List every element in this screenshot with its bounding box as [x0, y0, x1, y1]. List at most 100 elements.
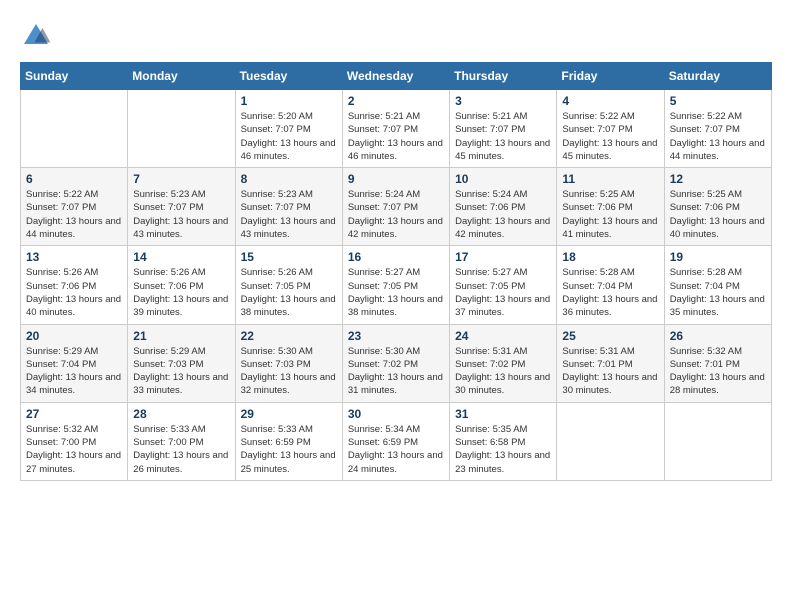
calendar-cell: 22 Sunrise: 5:30 AMSunset: 7:03 PMDayligh…: [235, 324, 342, 402]
day-content: Sunrise: 5:35 AMSunset: 6:58 PMDaylight:…: [455, 423, 551, 476]
day-content: Sunrise: 5:20 AMSunset: 7:07 PMDaylight:…: [241, 110, 337, 163]
day-content: Sunrise: 5:22 AMSunset: 7:07 PMDaylight:…: [26, 188, 122, 241]
day-number: 16: [348, 250, 444, 264]
day-number: 19: [670, 250, 766, 264]
day-content: Sunrise: 5:28 AMSunset: 7:04 PMDaylight:…: [562, 266, 658, 319]
day-content: Sunrise: 5:22 AMSunset: 7:07 PMDaylight:…: [562, 110, 658, 163]
day-number: 30: [348, 407, 444, 421]
day-content: Sunrise: 5:30 AMSunset: 7:03 PMDaylight:…: [241, 345, 337, 398]
day-number: 17: [455, 250, 551, 264]
calendar-cell: 13 Sunrise: 5:26 AMSunset: 7:06 PMDayligh…: [21, 246, 128, 324]
day-content: Sunrise: 5:28 AMSunset: 7:04 PMDaylight:…: [670, 266, 766, 319]
calendar-week-2: 6 Sunrise: 5:22 AMSunset: 7:07 PMDaylight…: [21, 168, 772, 246]
day-number: 4: [562, 94, 658, 108]
calendar-cell: 15 Sunrise: 5:26 AMSunset: 7:05 PMDayligh…: [235, 246, 342, 324]
calendar-body: 1 Sunrise: 5:20 AMSunset: 7:07 PMDaylight…: [21, 90, 772, 481]
day-header-wednesday: Wednesday: [342, 63, 449, 90]
day-number: 18: [562, 250, 658, 264]
calendar-week-4: 20 Sunrise: 5:29 AMSunset: 7:04 PMDayligh…: [21, 324, 772, 402]
day-number: 27: [26, 407, 122, 421]
day-number: 8: [241, 172, 337, 186]
calendar-cell: 20 Sunrise: 5:29 AMSunset: 7:04 PMDayligh…: [21, 324, 128, 402]
day-number: 15: [241, 250, 337, 264]
calendar-cell: [664, 402, 771, 480]
calendar-cell: 9 Sunrise: 5:24 AMSunset: 7:07 PMDaylight…: [342, 168, 449, 246]
day-number: 14: [133, 250, 229, 264]
days-of-week-row: SundayMondayTuesdayWednesdayThursdayFrid…: [21, 63, 772, 90]
calendar-cell: 31 Sunrise: 5:35 AMSunset: 6:58 PMDayligh…: [450, 402, 557, 480]
calendar-cell: 6 Sunrise: 5:22 AMSunset: 7:07 PMDaylight…: [21, 168, 128, 246]
calendar-cell: 26 Sunrise: 5:32 AMSunset: 7:01 PMDayligh…: [664, 324, 771, 402]
calendar-cell: 29 Sunrise: 5:33 AMSunset: 6:59 PMDayligh…: [235, 402, 342, 480]
day-number: 31: [455, 407, 551, 421]
day-number: 6: [26, 172, 122, 186]
calendar-cell: 8 Sunrise: 5:23 AMSunset: 7:07 PMDaylight…: [235, 168, 342, 246]
day-content: Sunrise: 5:26 AMSunset: 7:06 PMDaylight:…: [26, 266, 122, 319]
day-content: Sunrise: 5:23 AMSunset: 7:07 PMDaylight:…: [133, 188, 229, 241]
day-header-friday: Friday: [557, 63, 664, 90]
calendar-cell: 18 Sunrise: 5:28 AMSunset: 7:04 PMDayligh…: [557, 246, 664, 324]
day-content: Sunrise: 5:22 AMSunset: 7:07 PMDaylight:…: [670, 110, 766, 163]
calendar-week-1: 1 Sunrise: 5:20 AMSunset: 7:07 PMDaylight…: [21, 90, 772, 168]
calendar-cell: 5Sunrise: 5:22 AMSunset: 7:07 PMDaylight…: [664, 90, 771, 168]
day-number: 11: [562, 172, 658, 186]
calendar-cell: 2Sunrise: 5:21 AMSunset: 7:07 PMDaylight…: [342, 90, 449, 168]
day-content: Sunrise: 5:33 AMSunset: 6:59 PMDaylight:…: [241, 423, 337, 476]
day-number: 9: [348, 172, 444, 186]
day-content: Sunrise: 5:31 AMSunset: 7:02 PMDaylight:…: [455, 345, 551, 398]
day-content: Sunrise: 5:21 AMSunset: 7:07 PMDaylight:…: [455, 110, 551, 163]
logo-icon: [20, 20, 52, 52]
day-header-monday: Monday: [128, 63, 235, 90]
day-content: Sunrise: 5:32 AMSunset: 7:00 PMDaylight:…: [26, 423, 122, 476]
day-number: 7: [133, 172, 229, 186]
day-content: Sunrise: 5:33 AMSunset: 7:00 PMDaylight:…: [133, 423, 229, 476]
calendar-cell: 14 Sunrise: 5:26 AMSunset: 7:06 PMDayligh…: [128, 246, 235, 324]
day-number: 25: [562, 329, 658, 343]
day-number: 28: [133, 407, 229, 421]
day-content: Sunrise: 5:34 AMSunset: 6:59 PMDaylight:…: [348, 423, 444, 476]
day-number: 12: [670, 172, 766, 186]
day-number: 13: [26, 250, 122, 264]
calendar-cell: 11Sunrise: 5:25 AMSunset: 7:06 PMDayligh…: [557, 168, 664, 246]
day-number: 23: [348, 329, 444, 343]
day-number: 3: [455, 94, 551, 108]
day-content: Sunrise: 5:26 AMSunset: 7:05 PMDaylight:…: [241, 266, 337, 319]
day-content: Sunrise: 5:23 AMSunset: 7:07 PMDaylight:…: [241, 188, 337, 241]
day-content: Sunrise: 5:29 AMSunset: 7:03 PMDaylight:…: [133, 345, 229, 398]
calendar-cell: 28 Sunrise: 5:33 AMSunset: 7:00 PMDayligh…: [128, 402, 235, 480]
day-number: 2: [348, 94, 444, 108]
day-header-sunday: Sunday: [21, 63, 128, 90]
day-content: Sunrise: 5:29 AMSunset: 7:04 PMDaylight:…: [26, 345, 122, 398]
day-content: Sunrise: 5:24 AMSunset: 7:06 PMDaylight:…: [455, 188, 551, 241]
calendar-cell: 17Sunrise: 5:27 AMSunset: 7:05 PMDayligh…: [450, 246, 557, 324]
day-content: Sunrise: 5:32 AMSunset: 7:01 PMDaylight:…: [670, 345, 766, 398]
day-number: 21: [133, 329, 229, 343]
day-number: 24: [455, 329, 551, 343]
calendar-cell: 27 Sunrise: 5:32 AMSunset: 7:00 PMDayligh…: [21, 402, 128, 480]
day-header-tuesday: Tuesday: [235, 63, 342, 90]
calendar-cell: 24 Sunrise: 5:31 AMSunset: 7:02 PMDayligh…: [450, 324, 557, 402]
day-content: Sunrise: 5:26 AMSunset: 7:06 PMDaylight:…: [133, 266, 229, 319]
day-number: 26: [670, 329, 766, 343]
calendar-cell: 25 Sunrise: 5:31 AMSunset: 7:01 PMDayligh…: [557, 324, 664, 402]
calendar-cell: [557, 402, 664, 480]
calendar: SundayMondayTuesdayWednesdayThursdayFrid…: [20, 62, 772, 481]
calendar-cell: 4 Sunrise: 5:22 AMSunset: 7:07 PMDaylight…: [557, 90, 664, 168]
calendar-cell: 12Sunrise: 5:25 AMSunset: 7:06 PMDayligh…: [664, 168, 771, 246]
day-content: Sunrise: 5:24 AMSunset: 7:07 PMDaylight:…: [348, 188, 444, 241]
calendar-cell: 21 Sunrise: 5:29 AMSunset: 7:03 PMDayligh…: [128, 324, 235, 402]
calendar-week-3: 13 Sunrise: 5:26 AMSunset: 7:06 PMDayligh…: [21, 246, 772, 324]
day-number: 10: [455, 172, 551, 186]
day-number: 29: [241, 407, 337, 421]
calendar-cell: 19 Sunrise: 5:28 AMSunset: 7:04 PMDayligh…: [664, 246, 771, 324]
day-number: 20: [26, 329, 122, 343]
day-header-thursday: Thursday: [450, 63, 557, 90]
calendar-cell: 10 Sunrise: 5:24 AMSunset: 7:06 PMDayligh…: [450, 168, 557, 246]
calendar-cell: 30 Sunrise: 5:34 AMSunset: 6:59 PMDayligh…: [342, 402, 449, 480]
day-content: Sunrise: 5:30 AMSunset: 7:02 PMDaylight:…: [348, 345, 444, 398]
day-content: Sunrise: 5:27 AMSunset: 7:05 PMDaylight:…: [348, 266, 444, 319]
day-number: 1: [241, 94, 337, 108]
calendar-cell: 7 Sunrise: 5:23 AMSunset: 7:07 PMDaylight…: [128, 168, 235, 246]
day-number: 22: [241, 329, 337, 343]
day-content: Sunrise: 5:31 AMSunset: 7:01 PMDaylight:…: [562, 345, 658, 398]
